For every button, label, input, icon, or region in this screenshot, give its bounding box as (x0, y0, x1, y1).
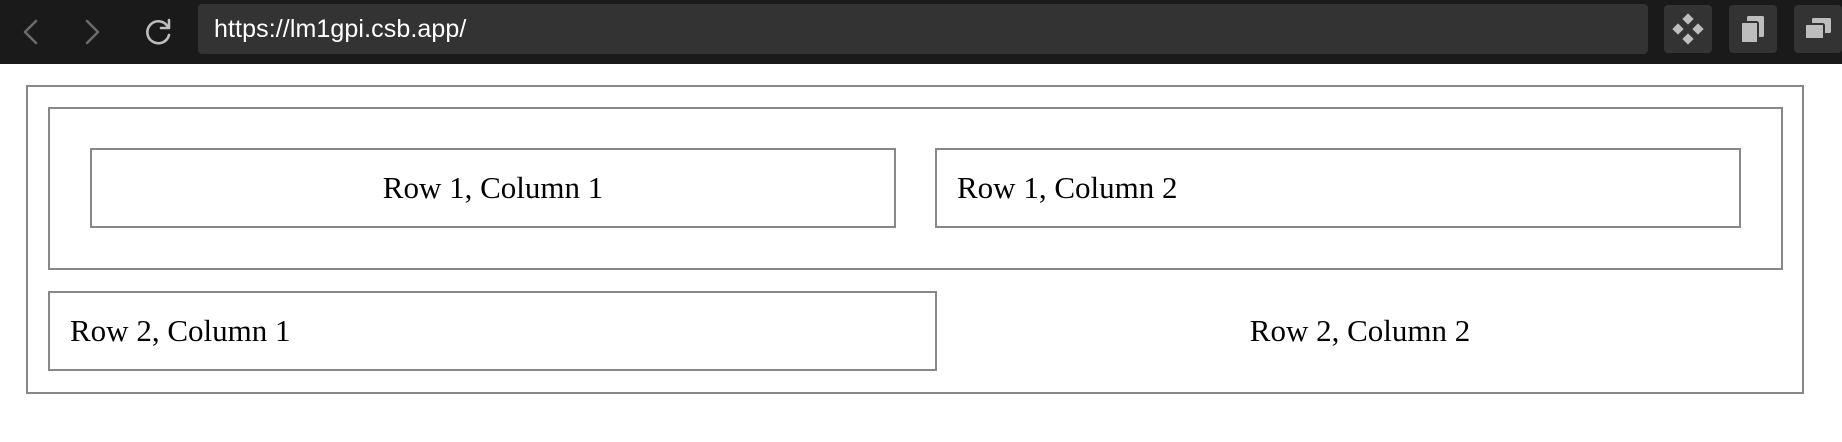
cell-label: Row 1, Column 2 (957, 170, 1178, 205)
browser-toolbar: https://lm1gpi.csb.app/ (0, 0, 1842, 64)
url-text: https://lm1gpi.csb.app/ (214, 14, 467, 43)
arrow-right-icon (85, 19, 100, 45)
cell-row2-col2: Row 2, Column 2 (937, 291, 1783, 371)
address-bar[interactable]: https://lm1gpi.csb.app/ (198, 4, 1648, 54)
cell-row1-col2: Row 1, Column 2 (935, 148, 1741, 228)
cell-label: Row 2, Column 2 (1249, 313, 1471, 348)
cell-row1-col1: Row 1, Column 1 (90, 148, 896, 228)
copy-icon (1740, 16, 1764, 44)
copy-button[interactable] (1729, 5, 1777, 53)
reload-icon (146, 18, 171, 45)
extension-button[interactable] (1664, 5, 1712, 53)
windows-icon (1804, 18, 1831, 40)
reload-button[interactable] (139, 12, 179, 52)
forward-button[interactable] (72, 12, 112, 52)
windows-button[interactable] (1794, 5, 1842, 53)
cell-label: Row 2, Column 1 (70, 313, 291, 348)
cell-label: Row 1, Column 1 (382, 170, 604, 205)
arrow-left-icon (23, 19, 38, 45)
diamond-grid-icon (1672, 13, 1704, 45)
back-button[interactable] (11, 12, 51, 52)
page-viewport: Row 1, Column 1 Row 1, Column 2 Row 2, C… (0, 64, 1842, 442)
cell-row2-col1: Row 2, Column 1 (48, 291, 937, 371)
